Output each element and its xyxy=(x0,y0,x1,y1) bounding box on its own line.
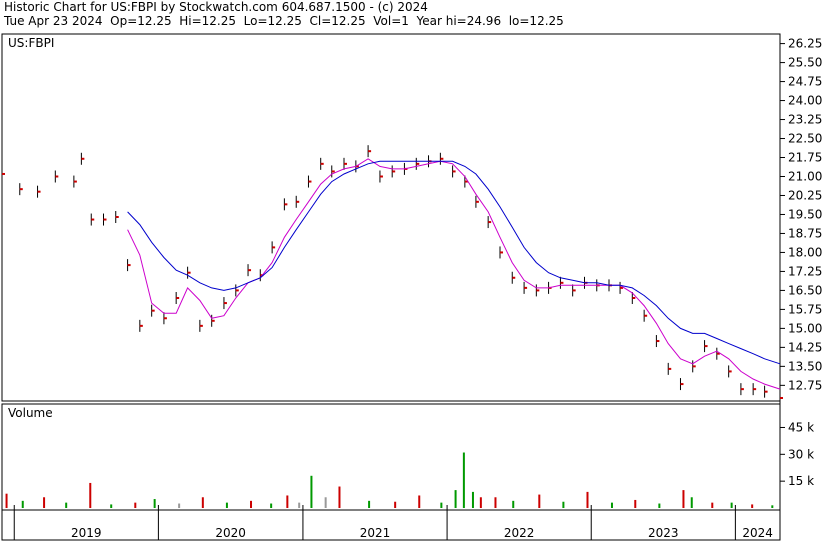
price-tick-label: 23.25 xyxy=(788,113,822,127)
volume-bar xyxy=(5,493,8,508)
stock-chart: US:FBPI Volume 26.25 25.50 24.75 24.00 23.25… xyxy=(1,33,822,541)
price-tick-label: 22.50 xyxy=(788,132,822,146)
volume-bar xyxy=(286,495,289,508)
volume-bar xyxy=(462,452,465,508)
year-label: 2023 xyxy=(648,526,679,540)
volume-bar xyxy=(610,502,613,508)
volume-bar xyxy=(43,497,46,508)
price-tick-label: 21.00 xyxy=(788,169,822,183)
volume-bar xyxy=(324,497,327,508)
price-tick-label: 18.75 xyxy=(788,226,822,240)
volume-bar xyxy=(454,490,457,508)
price-tick-label: 12.75 xyxy=(788,378,822,392)
volume-bar xyxy=(479,497,482,508)
volume-bar xyxy=(201,497,204,508)
price-tick-label: 25.50 xyxy=(788,56,822,70)
volume-bar xyxy=(338,486,341,508)
volume-bar xyxy=(658,503,661,508)
volume-bar xyxy=(153,499,156,508)
year-label: 2024 xyxy=(742,526,773,540)
volume-bar xyxy=(771,505,774,508)
year-label: 2020 xyxy=(215,526,246,540)
price-tick-label: 14.25 xyxy=(788,340,822,354)
volume-bar xyxy=(586,491,589,508)
volume-bar xyxy=(418,495,421,508)
volume-bar xyxy=(494,497,497,508)
volume-tick-label: 15 k xyxy=(788,474,814,488)
volume-bar xyxy=(225,502,228,508)
volume-bar xyxy=(751,504,754,508)
year-label: 2021 xyxy=(360,526,391,540)
price-tick-label: 24.00 xyxy=(788,94,822,108)
price-panel-title: US:FBPI xyxy=(8,36,54,50)
volume-bar xyxy=(730,502,733,508)
volume-bar xyxy=(298,502,301,508)
volume-bar xyxy=(394,501,397,508)
price-tick-label: 24.75 xyxy=(788,75,822,89)
price-tick-label: 17.25 xyxy=(788,264,822,278)
volume-tick-label: 30 k xyxy=(788,447,814,461)
volume-bar xyxy=(690,497,693,508)
price-tick-label: 21.75 xyxy=(788,151,822,165)
volume-bar xyxy=(110,504,113,508)
year-label: 2022 xyxy=(504,526,535,540)
volume-bar xyxy=(250,500,253,508)
volume-panel-title: Volume xyxy=(8,406,53,420)
year-label: 2019 xyxy=(71,526,102,540)
price-tick-label: 20.25 xyxy=(788,188,822,202)
volume-bar xyxy=(134,502,137,508)
price-tick-label: 19.50 xyxy=(788,207,822,221)
volume-bar xyxy=(178,503,181,508)
volume-bar xyxy=(65,502,68,508)
price-tick-label: 16.50 xyxy=(788,283,822,297)
volume-panel-frame xyxy=(1,403,781,511)
volume-bar xyxy=(512,500,515,508)
price-tick-label: 26.25 xyxy=(788,37,822,51)
volume-tick-label: 45 k xyxy=(788,420,814,434)
volume-bar xyxy=(711,502,714,508)
volume-bar xyxy=(538,494,541,508)
volume-bar xyxy=(89,482,92,508)
volume-bar xyxy=(270,503,273,508)
volume-bar xyxy=(310,475,313,508)
volume-bar xyxy=(440,502,443,508)
price-tick-label: 15.75 xyxy=(788,302,822,316)
price-tick-label: 18.00 xyxy=(788,245,822,259)
volume-bar xyxy=(21,500,24,508)
volume-bar xyxy=(682,490,685,508)
volume-bar xyxy=(634,499,637,508)
price-tick-label: 13.50 xyxy=(788,359,822,373)
price-tick-label: 15.00 xyxy=(788,321,822,335)
volume-bar xyxy=(471,491,474,508)
volume-bar xyxy=(562,501,565,508)
volume-bar xyxy=(368,500,371,508)
